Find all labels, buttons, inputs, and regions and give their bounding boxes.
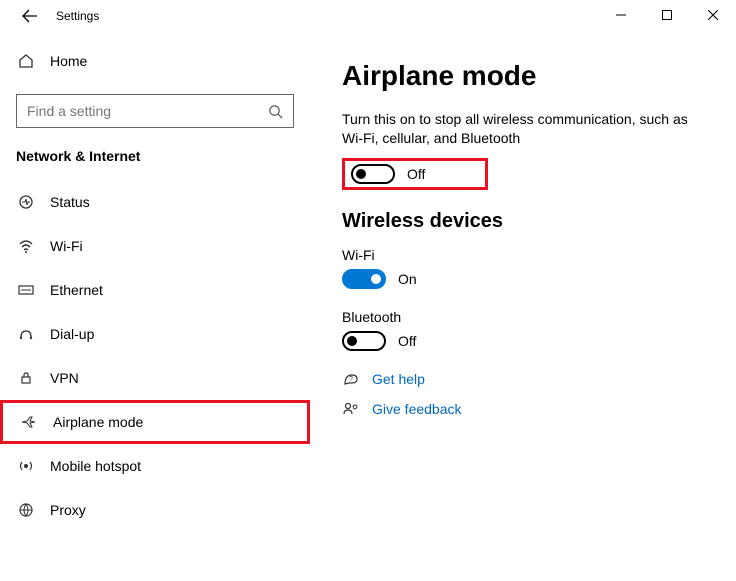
airplane-icon bbox=[19, 414, 39, 430]
wifi-toggle-row: On bbox=[342, 269, 712, 289]
vpn-icon bbox=[16, 370, 36, 386]
maximize-button[interactable] bbox=[644, 0, 690, 30]
hotspot-icon bbox=[16, 458, 36, 474]
sidebar-item-airplane-mode[interactable]: Airplane mode bbox=[0, 400, 310, 444]
sidebar: Home Network & Internet Status Wi-Fi Eth… bbox=[0, 32, 310, 581]
home-label: Home bbox=[50, 53, 87, 69]
airplane-toggle-row: Off bbox=[342, 158, 488, 190]
wifi-icon bbox=[16, 238, 36, 254]
wifi-label: Wi-Fi bbox=[342, 247, 712, 263]
sidebar-item-label: Status bbox=[50, 194, 90, 210]
bluetooth-toggle-row: Off bbox=[342, 331, 712, 351]
maximize-icon bbox=[662, 10, 672, 20]
airplane-mode-toggle[interactable] bbox=[351, 164, 395, 184]
sidebar-item-label: VPN bbox=[50, 370, 79, 386]
wifi-toggle[interactable] bbox=[342, 269, 386, 289]
svg-text:?: ? bbox=[349, 376, 353, 383]
search-icon bbox=[268, 104, 283, 119]
sidebar-item-label: Airplane mode bbox=[53, 414, 143, 430]
window-controls bbox=[598, 0, 736, 30]
page-title: Airplane mode bbox=[342, 60, 712, 92]
sidebar-item-status[interactable]: Status bbox=[0, 180, 310, 224]
sidebar-item-wifi[interactable]: Wi-Fi bbox=[0, 224, 310, 268]
wireless-devices-heading: Wireless devices bbox=[342, 210, 712, 233]
minimize-icon bbox=[616, 10, 626, 20]
proxy-icon bbox=[16, 502, 36, 518]
bluetooth-label: Bluetooth bbox=[342, 309, 712, 325]
dialup-icon bbox=[16, 326, 36, 342]
give-feedback-link[interactable]: Give feedback bbox=[342, 401, 712, 417]
main-content: Airplane mode Turn this on to stop all w… bbox=[310, 32, 736, 581]
get-help-label: Get help bbox=[372, 371, 425, 387]
search-box[interactable] bbox=[16, 94, 294, 128]
get-help-link[interactable]: ? Get help bbox=[342, 371, 712, 387]
close-button[interactable] bbox=[690, 0, 736, 30]
sidebar-item-label: Dial-up bbox=[50, 326, 94, 342]
sidebar-item-label: Ethernet bbox=[50, 282, 103, 298]
help-icon: ? bbox=[342, 371, 360, 387]
sidebar-item-mobile-hotspot[interactable]: Mobile hotspot bbox=[0, 444, 310, 488]
sidebar-item-label: Wi-Fi bbox=[50, 238, 83, 254]
status-icon bbox=[16, 194, 36, 210]
airplane-description: Turn this on to stop all wireless commun… bbox=[342, 110, 712, 148]
airplane-toggle-label: Off bbox=[407, 166, 425, 182]
ethernet-icon bbox=[16, 282, 36, 298]
feedback-icon bbox=[342, 401, 360, 417]
minimize-button[interactable] bbox=[598, 0, 644, 30]
home-nav[interactable]: Home bbox=[0, 42, 310, 80]
close-icon bbox=[708, 10, 718, 20]
sidebar-item-ethernet[interactable]: Ethernet bbox=[0, 268, 310, 312]
wifi-toggle-label: On bbox=[398, 271, 417, 287]
sidebar-item-label: Mobile hotspot bbox=[50, 458, 141, 474]
window-title: Settings bbox=[56, 9, 99, 23]
sidebar-item-label: Proxy bbox=[50, 502, 86, 518]
bluetooth-toggle-label: Off bbox=[398, 333, 416, 349]
back-button[interactable] bbox=[16, 2, 44, 30]
give-feedback-label: Give feedback bbox=[372, 401, 462, 417]
arrow-left-icon bbox=[22, 8, 38, 24]
home-icon bbox=[16, 53, 36, 69]
search-input[interactable] bbox=[27, 103, 268, 119]
sidebar-item-proxy[interactable]: Proxy bbox=[0, 488, 310, 532]
bluetooth-toggle[interactable] bbox=[342, 331, 386, 351]
sidebar-item-dialup[interactable]: Dial-up bbox=[0, 312, 310, 356]
category-heading: Network & Internet bbox=[0, 148, 310, 180]
sidebar-item-vpn[interactable]: VPN bbox=[0, 356, 310, 400]
